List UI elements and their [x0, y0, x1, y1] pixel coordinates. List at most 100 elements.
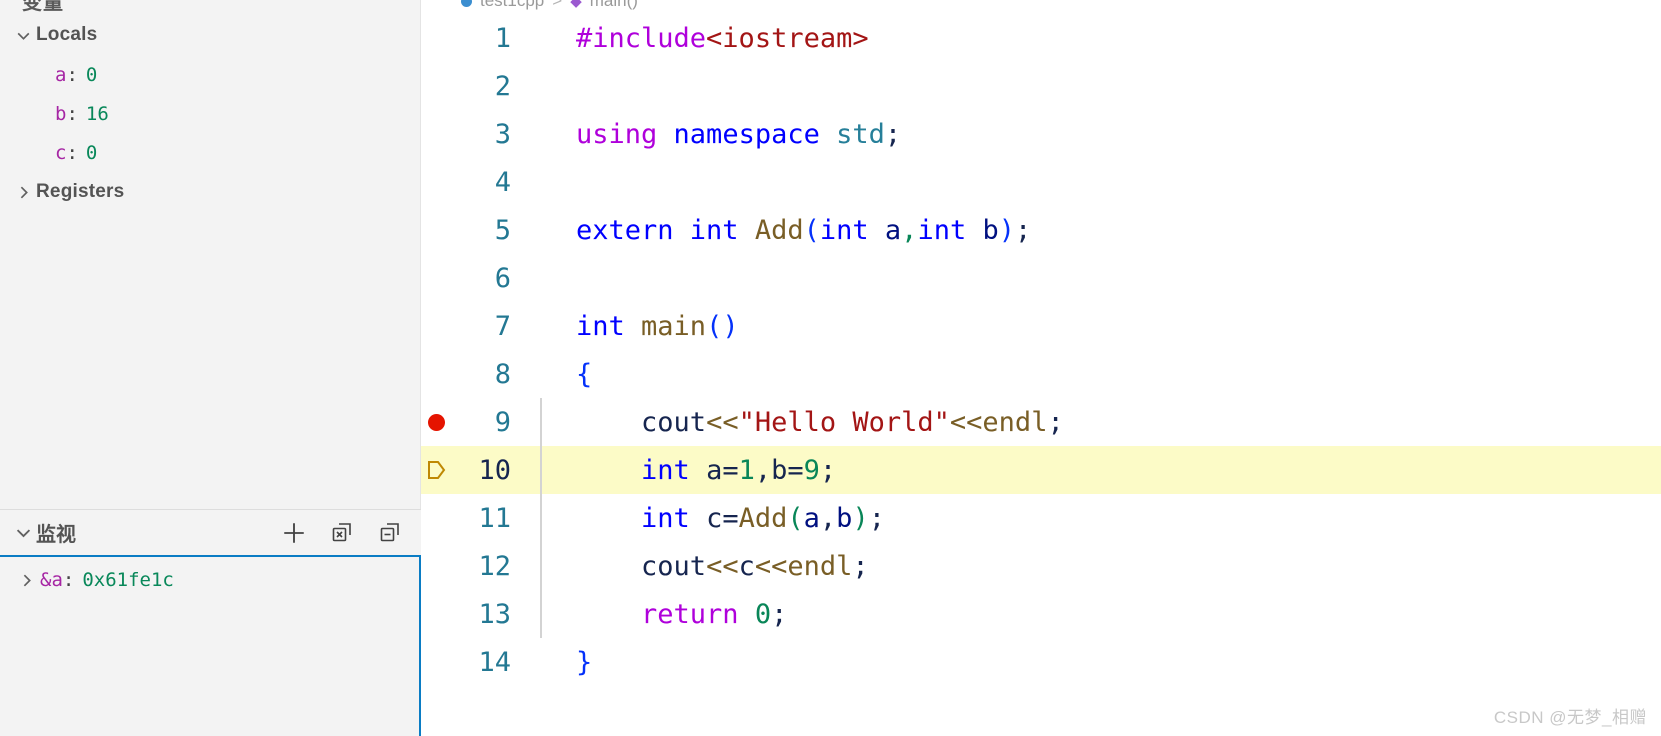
line-number: 13: [478, 598, 511, 630]
code-text[interactable]: using namespace std;: [573, 119, 901, 150]
breadcrumb-separator: >: [552, 0, 563, 10]
line-number: 12: [478, 550, 511, 582]
code-text[interactable]: int c=Add(a,b);: [573, 503, 885, 534]
code-token: endl: [787, 550, 853, 582]
code-token: ;: [771, 598, 788, 630]
indent-guide-column: [523, 590, 573, 638]
line-number: 2: [494, 70, 511, 102]
chevron-right-icon[interactable]: [12, 572, 40, 589]
breadcrumb-symbol[interactable]: main(): [590, 0, 638, 11]
code-editor[interactable]: test1cpp > ◆ main() 1 #include<iostream> 2…: [421, 0, 1661, 736]
code-text[interactable]: }: [573, 647, 592, 678]
code-text[interactable]: extern int Add(int a,int b);: [573, 215, 1031, 246]
remove-all-icon[interactable]: [329, 520, 355, 546]
breakpoint-marker[interactable]: [421, 413, 451, 431]
code-line[interactable]: 3 using namespace std;: [421, 110, 1661, 158]
code-token: 9: [803, 454, 820, 486]
variable-name: c: [55, 141, 67, 164]
code-text[interactable]: {: [573, 359, 592, 390]
variable-row[interactable]: b:16: [0, 94, 421, 133]
plus-icon[interactable]: [281, 520, 307, 546]
line-number: 1: [494, 22, 511, 54]
breadcrumb-file[interactable]: test1cpp: [480, 0, 544, 11]
code-line[interactable]: 2: [421, 62, 1661, 110]
section-header-locals[interactable]: Locals: [0, 17, 421, 53]
code-token: cout: [641, 550, 707, 582]
current-execution-marker[interactable]: [421, 458, 451, 482]
variable-row[interactable]: a:0: [0, 55, 421, 94]
breadcrumb[interactable]: test1cpp > ◆ main(): [461, 0, 638, 11]
code-token: =: [787, 454, 804, 486]
file-dot-icon: [461, 0, 472, 7]
section-header-registers[interactable]: Registers: [0, 174, 421, 210]
code-line[interactable]: 14}: [421, 638, 1661, 686]
watch-expression-list: &a:0x61fe1c: [0, 555, 421, 736]
code-text[interactable]: cout<<"Hello World"<<endl;: [573, 407, 1064, 438]
code-token: <<: [754, 550, 788, 582]
code-line[interactable]: 13 return 0;: [421, 590, 1661, 638]
code-token: b: [836, 502, 853, 534]
code-lines-container[interactable]: 1 #include<iostream> 2 3 using namespace std…: [421, 14, 1661, 736]
chevron-down-icon: [10, 523, 36, 542]
code-token: #include: [576, 22, 707, 54]
code-line[interactable]: 1 #include<iostream>: [421, 14, 1661, 62]
chevron-down-icon: [10, 27, 36, 44]
indent-guide-column: [523, 494, 573, 542]
indent-guide-column: [523, 446, 573, 494]
code-token: ;: [1015, 214, 1032, 246]
code-token: ;: [819, 454, 837, 486]
code-line[interactable]: 12 cout<<c<<endl;: [421, 542, 1661, 590]
code-token: {: [576, 358, 593, 390]
code-line[interactable]: 6: [421, 254, 1661, 302]
debug-sidebar: 变量 Locals a:0 b:16 c:0 Registers 监视 &a:…: [0, 0, 421, 736]
code-token: ,: [754, 454, 772, 486]
code-text[interactable]: int a=1,b=9;: [573, 455, 836, 486]
code-line[interactable]: 7 int main(): [421, 302, 1661, 350]
indent-guide: [540, 494, 542, 542]
watch-expression: &a: [40, 569, 63, 591]
code-token: int: [819, 214, 885, 246]
code-token: ;: [852, 550, 869, 582]
code-token: a: [884, 214, 902, 246]
code-token: (: [803, 214, 820, 246]
variable-separator: :: [66, 141, 78, 164]
code-token: ;: [884, 118, 902, 150]
variable-separator: :: [66, 63, 78, 86]
code-text[interactable]: int main(): [573, 311, 739, 342]
collapse-all-icon[interactable]: [377, 520, 403, 546]
code-token: <<: [949, 406, 983, 438]
code-line[interactable]: 9 cout<<"Hello World"<<endl;: [421, 398, 1661, 446]
watch-item[interactable]: &a:0x61fe1c: [0, 561, 419, 599]
code-line[interactable]: 11 int c=Add(a,b);: [421, 494, 1661, 542]
code-token: Add: [738, 502, 788, 534]
line-number: 14: [478, 646, 511, 678]
code-line[interactable]: 5 extern int Add(int a,int b);: [421, 206, 1661, 254]
code-token: (: [787, 502, 804, 534]
line-number: 5: [494, 214, 511, 246]
variable-row[interactable]: c:0: [0, 133, 421, 172]
indent-guide: [540, 590, 542, 638]
code-text[interactable]: #include<iostream>: [573, 23, 869, 54]
indent-guide-column: [523, 110, 573, 158]
code-line[interactable]: 10 int a=1,b=9;: [421, 446, 1661, 494]
indent-guide-column: [523, 398, 573, 446]
code-text[interactable]: cout<<c<<endl;: [573, 551, 869, 582]
code-text[interactable]: return 0;: [573, 599, 787, 630]
indent-guide: [540, 446, 542, 494]
code-token: cout: [641, 406, 707, 438]
breakpoint-dot-icon[interactable]: [427, 413, 445, 431]
code-line[interactable]: 8{: [421, 350, 1661, 398]
watch-panel-header[interactable]: 监视: [0, 510, 421, 555]
code-token: endl: [982, 406, 1048, 438]
code-token: <<: [706, 406, 739, 438]
variable-value: 0: [85, 141, 98, 164]
code-line[interactable]: 4: [421, 158, 1661, 206]
code-token: using: [576, 118, 674, 150]
code-token: c: [706, 502, 723, 534]
variable-name: b: [55, 102, 67, 125]
code-token: 0: [754, 598, 772, 630]
code-token: ;: [868, 502, 885, 534]
line-number: 8: [494, 358, 511, 390]
